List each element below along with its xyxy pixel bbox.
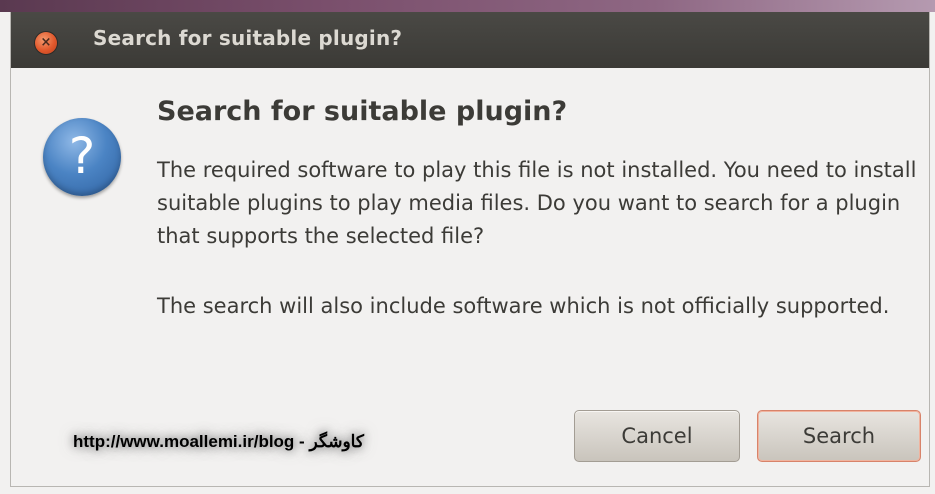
question-icon: ? [43,118,121,196]
search-button[interactable]: Search [757,410,921,462]
close-button[interactable]: × [35,32,57,54]
dialog-heading: Search for suitable plugin? [157,96,568,127]
desktop-top-strip [0,0,935,12]
watermark-text: http://www.moallemi.ir/blog - کاوشگر [73,432,364,451]
cancel-button[interactable]: Cancel [574,410,740,462]
close-icon: × [40,35,52,50]
title-bar[interactable]: × Search for suitable plugin? [11,12,929,68]
dialog-note: The search will also include software wh… [157,294,890,318]
dialog-window: × Search for suitable plugin? ? Search f… [10,12,930,487]
dialog-message: The required software to play this file … [157,158,917,248]
window-title: Search for suitable plugin? [93,26,403,50]
